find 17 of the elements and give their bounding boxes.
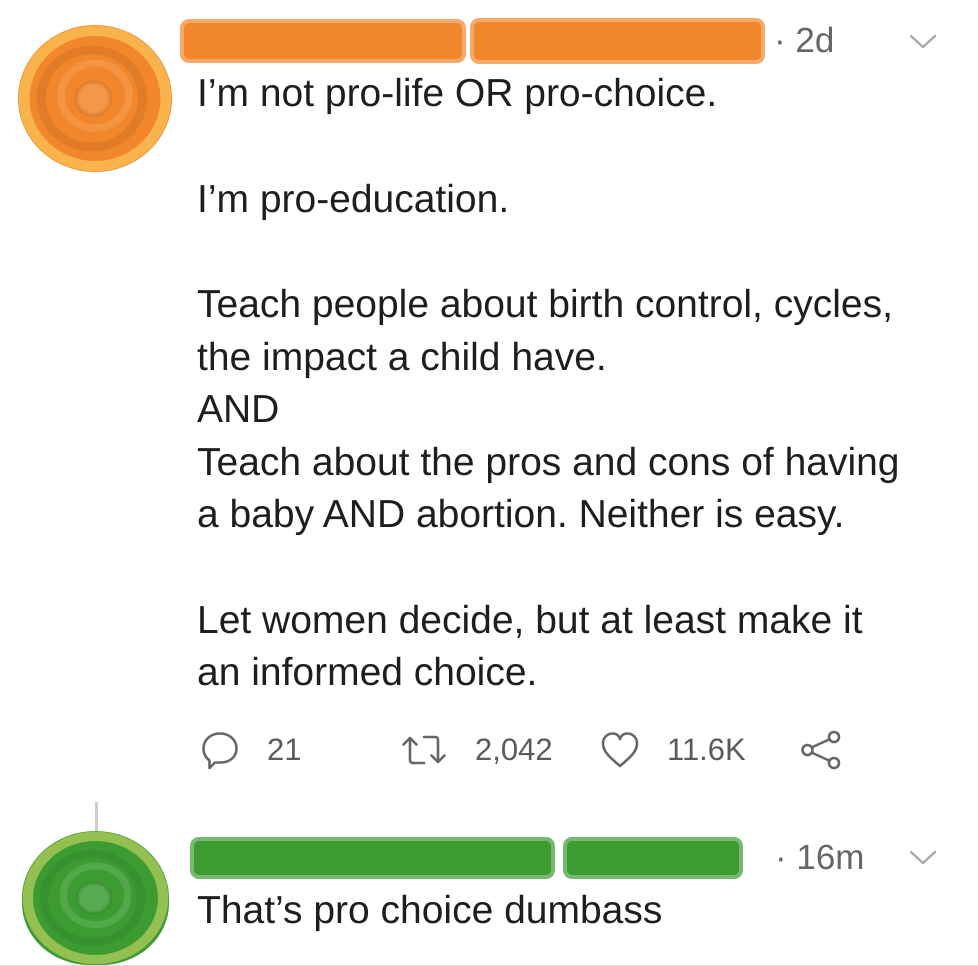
thread-line	[95, 802, 98, 830]
timestamp: · 2d	[774, 21, 834, 61]
tweet-text: I’m pro-education.	[197, 176, 510, 222]
tweet-text: I’m not pro-life OR pro-choice.	[197, 71, 718, 117]
tweet-text: Let women decide, but at least make it an informed choice.	[197, 598, 864, 696]
tweet-text: That’s pro choice dumbass	[197, 888, 664, 934]
share-icon	[800, 730, 843, 770]
share-button[interactable]	[800, 730, 843, 770]
chevron-down-icon[interactable]	[909, 850, 937, 865]
chevron-down-icon[interactable]	[909, 34, 937, 48]
reply-button[interactable]: 21	[200, 730, 302, 770]
speech-bubble-icon	[200, 730, 240, 770]
like-button[interactable]: 11.6K	[600, 730, 746, 770]
heart-icon	[600, 730, 640, 770]
tweet-text: Teach people about birth control, cycles, the impact a child have. AND Teach about the pros and cons of having a baby AND abortion. Neither is easy.	[197, 282, 900, 538]
timestamp: · 16m	[775, 838, 864, 878]
retweet-button[interactable]: 2,042	[400, 730, 553, 770]
